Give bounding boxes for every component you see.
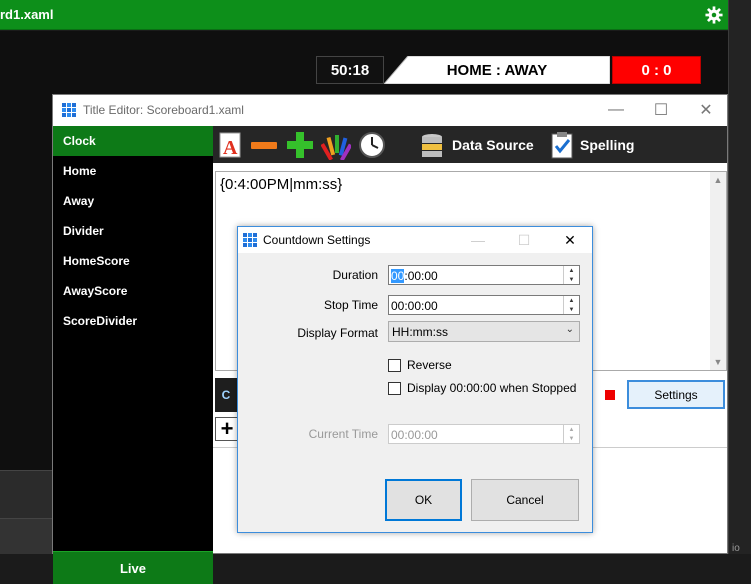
cancel-button[interactable]: Cancel bbox=[471, 479, 579, 521]
countdown-settings-dialog: Countdown Settings — ☐ ✕ Duration 00:00:… bbox=[237, 226, 593, 533]
stop-time-field[interactable]: 00:00:00 ▲ ▼ bbox=[388, 295, 580, 315]
gear-icon[interactable] bbox=[705, 6, 723, 24]
color-palette-icon[interactable] bbox=[321, 130, 351, 160]
database-icon[interactable] bbox=[417, 130, 447, 160]
display-format-select[interactable]: HH:mm:ss ⌄ bbox=[388, 321, 580, 342]
plus-icon[interactable] bbox=[285, 130, 315, 160]
display-zero-checkbox-row[interactable]: Display 00:00:00 when Stopped bbox=[388, 381, 576, 395]
scroll-down-icon[interactable]: ▼ bbox=[710, 354, 726, 370]
reverse-checkbox[interactable] bbox=[388, 358, 401, 372]
app-title-bar: rd1.xaml bbox=[0, 0, 728, 30]
element-item-awayscore[interactable]: AwayScore bbox=[53, 276, 213, 306]
display-zero-label: Display 00:00:00 when Stopped bbox=[407, 381, 577, 395]
spelling-button[interactable]: Spelling bbox=[580, 137, 634, 153]
settings-button[interactable]: Settings bbox=[627, 380, 725, 409]
close-button[interactable]: ✕ bbox=[683, 95, 729, 125]
reverse-label: Reverse bbox=[407, 358, 452, 372]
current-time-field: 00:00:00 ▲ ▼ bbox=[388, 424, 580, 444]
element-item-away[interactable]: Away bbox=[53, 186, 213, 216]
maximize-button[interactable]: ☐ bbox=[638, 95, 684, 125]
duration-field[interactable]: 00:00:00 ▲ ▼ bbox=[388, 265, 580, 285]
duration-rest-text: :00:00 bbox=[404, 269, 438, 283]
dialog-close-button[interactable]: ✕ bbox=[548, 227, 592, 253]
scoreboard-title-text: HOME : AWAY bbox=[446, 61, 548, 79]
minus-icon[interactable] bbox=[249, 130, 279, 160]
control-button-partial[interactable]: C bbox=[215, 378, 237, 412]
current-time-label: Current Time bbox=[308, 427, 378, 441]
stop-time-value: 00:00:00 bbox=[391, 299, 438, 313]
spelling-icon[interactable] bbox=[547, 130, 577, 160]
add-button[interactable]: + bbox=[215, 416, 239, 441]
svg-text:A: A bbox=[223, 137, 238, 159]
scroll-up-icon[interactable]: ▲ bbox=[710, 172, 726, 188]
current-time-spinner: ▲ ▼ bbox=[563, 425, 579, 443]
dialog-minimize-button: — bbox=[471, 232, 485, 248]
app-lower-panel-2 bbox=[0, 518, 52, 554]
element-item-clock[interactable]: Clock bbox=[53, 126, 213, 156]
editor-window-title: Title Editor: Scoreboard1.xaml bbox=[83, 103, 244, 117]
ok-button[interactable]: OK bbox=[385, 479, 462, 521]
element-item-divider[interactable]: Divider bbox=[53, 216, 213, 246]
stop-time-label: Stop Time bbox=[323, 298, 378, 312]
editor-title-bar: Title Editor: Scoreboard1.xaml — ☐ ✕ bbox=[53, 95, 727, 126]
current-time-value: 00:00:00 bbox=[391, 428, 438, 442]
duration-selected-text: 00 bbox=[391, 269, 405, 283]
live-button[interactable]: Live bbox=[53, 551, 213, 584]
element-item-scoredivider[interactable]: ScoreDivider bbox=[53, 306, 213, 336]
stop-button[interactable] bbox=[595, 378, 625, 412]
font-icon[interactable]: A bbox=[217, 130, 247, 160]
element-item-home[interactable]: Home bbox=[53, 156, 213, 186]
scoreboard-clock: 50:18 bbox=[316, 56, 384, 84]
right-edge-panel bbox=[728, 0, 751, 554]
dialog-maximize-button: ☐ bbox=[517, 231, 531, 248]
dialog-title: Countdown Settings bbox=[263, 233, 371, 247]
title-element-list: Clock Home Away Divider HomeScore AwaySc… bbox=[53, 126, 213, 584]
display-format-value: HH:mm:ss bbox=[392, 325, 448, 339]
io-label: io bbox=[732, 543, 740, 554]
app-logo-icon bbox=[62, 103, 76, 117]
scoreboard-score: 0 : 0 bbox=[612, 56, 701, 84]
dialog-logo-icon bbox=[243, 233, 257, 247]
display-format-label: Display Format bbox=[297, 326, 378, 340]
element-item-homescore[interactable]: HomeScore bbox=[53, 246, 213, 276]
reverse-checkbox-row[interactable]: Reverse bbox=[388, 358, 452, 372]
scoreboard-title: HOME : AWAY bbox=[384, 56, 610, 84]
app-title: rd1.xaml bbox=[0, 7, 54, 22]
duration-label: Duration bbox=[332, 268, 378, 282]
stop-time-spinner[interactable]: ▲ ▼ bbox=[563, 296, 579, 314]
dialog-title-bar: Countdown Settings — ☐ ✕ bbox=[238, 227, 592, 253]
display-zero-checkbox[interactable] bbox=[388, 381, 401, 395]
data-source-button[interactable]: Data Source bbox=[452, 137, 534, 153]
clock-icon[interactable] bbox=[357, 130, 387, 160]
title-text-content[interactable]: {0:4:00PM|mm:ss} bbox=[220, 176, 342, 193]
minimize-button[interactable]: — bbox=[593, 95, 639, 125]
stop-icon bbox=[605, 390, 615, 400]
editor-toolbar: A Data Source Spelling bbox=[213, 126, 727, 163]
duration-spinner[interactable]: ▲ ▼ bbox=[563, 266, 579, 284]
chevron-down-icon: ⌄ bbox=[565, 324, 574, 335]
text-scrollbar[interactable]: ▲ ▼ bbox=[710, 172, 726, 370]
